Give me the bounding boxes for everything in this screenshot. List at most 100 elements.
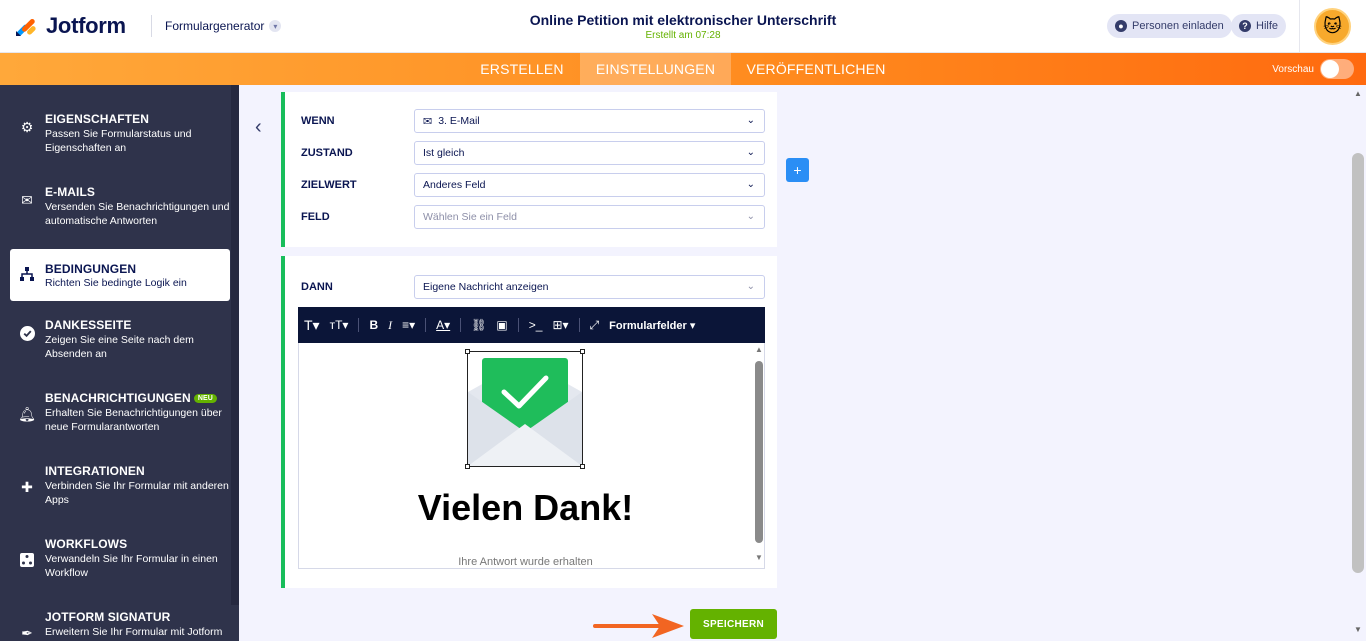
then-action-select[interactable]: Eigene Nachricht anzeigen ⌄	[414, 275, 765, 299]
preview-switch[interactable]	[1320, 59, 1354, 79]
sidebar-item-jotform-signatur[interactable]: ✒ JOTFORM SIGNATUR Erweitern Sie Ihr For…	[10, 605, 230, 641]
sidebar-item-title: DANKESSEITE	[45, 318, 132, 332]
state-select[interactable]: Ist gleich ⌄	[414, 141, 765, 165]
sitemap-icon	[19, 266, 35, 282]
form-fields-dropdown[interactable]: Formularfelder ▾	[609, 319, 695, 332]
font-size-icon[interactable]: T▾	[304, 317, 320, 334]
header-divider	[151, 15, 152, 37]
tab-einstellungen[interactable]: EINSTELLUNGEN	[580, 53, 731, 85]
sidebar-scrollbar[interactable]	[231, 85, 239, 605]
link-icon[interactable]: ⛓	[471, 318, 486, 332]
form-created-status: Erstellt am 07:28	[645, 30, 721, 41]
envelope-icon: ✉	[21, 191, 33, 208]
sidebar-item-workflows[interactable]: WORKFLOWS Verwandeln Sie Ihr Formular in…	[10, 532, 230, 588]
code-icon[interactable]: >_	[529, 318, 543, 332]
logo-text: Jotform	[46, 13, 126, 38]
form-builder-label: Formulargenerator	[165, 19, 265, 33]
builder-nav: ERSTELLEN EINSTELLUNGEN VERÖFFENTLICHEN …	[0, 53, 1366, 85]
workflow-icon	[19, 552, 35, 568]
sidebar-item-integrationen[interactable]: ✚ INTEGRATIONEN Verbinden Sie Ihr Formul…	[10, 459, 230, 515]
chevron-down-icon: ▾	[269, 20, 282, 32]
text-size-icon[interactable]: ᴛT▾	[330, 318, 349, 332]
expand-icon[interactable]: ⤢	[590, 318, 600, 333]
save-button[interactable]: SPEICHERN	[690, 609, 777, 639]
field-placeholder: Wählen Sie ein Feld	[423, 211, 517, 223]
sidebar-item-desc: Zeigen Sie eine Seite nach dem Absenden …	[45, 334, 194, 360]
back-chevron-icon[interactable]: ‹	[255, 116, 262, 139]
resize-handle[interactable]	[465, 349, 470, 354]
sidebar-item-eigenschaften[interactable]: ⚙ EIGENSCHAFTEN Passen Sie Formularstatu…	[10, 107, 230, 163]
tab-veroeffentlichen[interactable]: VERÖFFENTLICHEN	[740, 53, 892, 85]
field-select[interactable]: Wählen Sie ein Feld ⌄	[414, 205, 765, 229]
sidebar-item-desc: Verbinden Sie Ihr Formular mit anderen A…	[45, 480, 229, 506]
form-builder-dropdown[interactable]: Formulargenerator ▾	[165, 19, 282, 33]
form-fields-label: Formularfelder	[609, 319, 687, 332]
sidebar-item-title: JOTFORM SIGNATUR	[45, 610, 171, 624]
editor-scroll-thumb[interactable]	[755, 361, 763, 543]
text-color-icon[interactable]: A▾	[436, 318, 450, 332]
help-button[interactable]: ? Hilfe	[1231, 14, 1287, 38]
table-icon[interactable]: ⊞▾	[552, 318, 568, 332]
chevron-down-icon: ⌄	[746, 211, 755, 222]
page-scrollbar[interactable]: ▲ ▼	[1350, 85, 1366, 641]
sidebar-item-title: E-MAILS	[45, 185, 96, 199]
scroll-down-icon[interactable]: ▼	[1354, 625, 1362, 634]
target-value: Anderes Feld	[423, 179, 486, 191]
page-scroll-thumb[interactable]	[1352, 153, 1364, 573]
invite-people-button[interactable]: ● Personen einladen	[1107, 14, 1232, 38]
sidebar-item-desc: Richten Sie bedingte Logik ein	[45, 277, 187, 289]
rich-text-editor[interactable]: Vielen Dank! Ihre Antwort wurde erhalten…	[298, 343, 765, 569]
add-condition-button[interactable]: +	[786, 158, 809, 182]
condition-then-card: DANN Eigene Nachricht anzeigen ⌄ T▾ ᴛT▾ …	[281, 256, 777, 588]
form-title[interactable]: Online Petition mit elektronischer Unter…	[483, 12, 883, 28]
bold-icon[interactable]: B	[369, 318, 378, 332]
if-label: WENN	[301, 115, 335, 127]
header: Jotform Formulargenerator ▾ Online Petit…	[0, 0, 1366, 53]
form-title-block: Online Petition mit elektronischer Unter…	[483, 12, 883, 41]
then-label: DANN	[301, 281, 333, 293]
sidebar-item-title: BEDINGUNGEN	[45, 262, 137, 276]
check-circle-icon	[19, 325, 35, 341]
toolbar-divider	[425, 318, 427, 332]
editor-scrollbar[interactable]: ▲ ▼	[752, 343, 764, 568]
help-label: Hilfe	[1256, 20, 1279, 32]
resize-handle[interactable]	[580, 349, 585, 354]
align-icon[interactable]: ≡▾	[402, 318, 415, 332]
sidebar-item-benachrichtigungen[interactable]: 🔔︎ BENACHRICHTIGUNGEN NEU Erhalten Sie Be…	[10, 386, 230, 442]
orange-arrow-icon	[593, 614, 684, 638]
image-icon[interactable]: ▣	[496, 318, 507, 332]
scroll-up-icon[interactable]: ▲	[755, 345, 763, 354]
sidebar-item-bedingungen[interactable]: BEDINGUNGEN Richten Sie bedingte Logik e…	[10, 249, 230, 301]
settings-sidebar: ⚙ EIGENSCHAFTEN Passen Sie Formularstatu…	[0, 85, 239, 641]
resize-handle[interactable]	[465, 464, 470, 469]
field-label: FELD	[301, 211, 330, 223]
editor-heading: Vielen Dank!	[417, 487, 634, 528]
chevron-down-icon: ⌄	[746, 115, 755, 126]
scroll-down-icon[interactable]: ▼	[755, 553, 763, 562]
new-badge: NEU	[193, 394, 217, 403]
sidebar-item-dankesseite[interactable]: DANKESSEITE Zeigen Sie eine Seite nach d…	[10, 313, 230, 369]
email-check-image[interactable]	[465, 349, 585, 469]
chevron-down-icon: ⌄	[746, 281, 755, 292]
if-field-select[interactable]: ✉ 3. E-Mail ⌄	[414, 109, 765, 133]
toolbar-divider	[460, 318, 462, 332]
italic-icon[interactable]: I	[388, 318, 392, 333]
resize-handle[interactable]	[580, 464, 585, 469]
invite-label: Personen einladen	[1132, 20, 1224, 32]
envelope-icon: ✉	[423, 115, 433, 128]
sidebar-item-emails[interactable]: ✉ E-MAILS Versenden Sie Benachrichtigung…	[10, 180, 230, 236]
jotform-logo[interactable]: Jotform	[14, 13, 126, 39]
target-label: ZIELWERT	[301, 179, 357, 191]
scroll-up-icon[interactable]: ▲	[1354, 89, 1362, 98]
toolbar-divider	[578, 318, 580, 332]
target-select[interactable]: Anderes Feld ⌄	[414, 173, 765, 197]
user-icon: ●	[1115, 20, 1127, 32]
avatar[interactable]: 🐱	[1314, 8, 1351, 45]
sidebar-item-title: INTEGRATIONEN	[45, 464, 145, 478]
jotform-logo-icon	[16, 18, 36, 37]
header-divider-right	[1299, 0, 1300, 53]
preview-toggle[interactable]: Vorschau	[1272, 59, 1354, 79]
envelope-check-illustration	[468, 358, 582, 466]
tab-erstellen[interactable]: ERSTELLEN	[472, 53, 572, 85]
chevron-down-icon: ⌄	[746, 179, 755, 190]
